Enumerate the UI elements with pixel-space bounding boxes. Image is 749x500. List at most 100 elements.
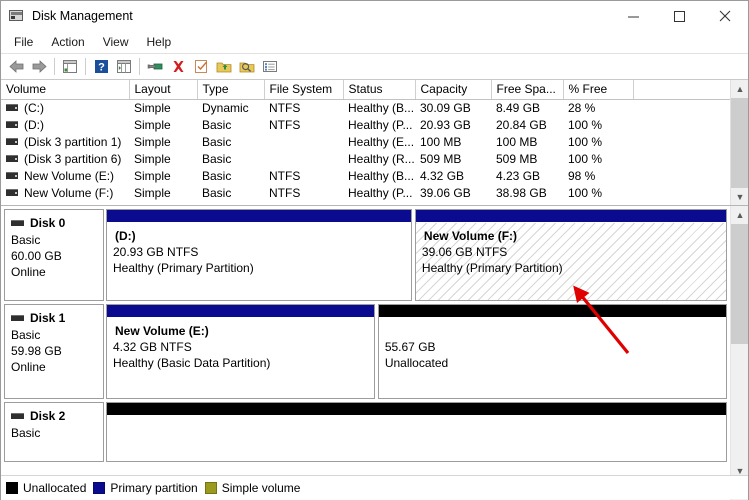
disk-status-disk-1: Online [11, 359, 103, 375]
volume-drive-icon [6, 104, 18, 111]
rescan-disks-icon[interactable] [190, 56, 212, 78]
help-icon[interactable]: ? [90, 56, 112, 78]
partition-color-bar [416, 210, 726, 223]
cell-layout: Simple [129, 150, 197, 167]
forward-icon[interactable] [28, 56, 50, 78]
menu-item-help[interactable]: Help [138, 32, 181, 52]
back-icon[interactable] [5, 56, 27, 78]
cell-volume: (Disk 3 partition 1) [1, 133, 129, 150]
partition-color-bar [107, 210, 411, 223]
find-icon[interactable] [236, 56, 258, 78]
disk-management-window: Disk Management File Action View Help [0, 0, 749, 500]
partition-status: Unallocated [385, 355, 726, 371]
partition-details: New Volume (E:) 4.32 GB NTFS Healthy (Ba… [107, 318, 374, 398]
partition-unallocated[interactable]: 55.67 GB Unallocated [378, 304, 727, 399]
partition-details [107, 416, 726, 461]
close-button[interactable] [702, 1, 748, 31]
scrollbar-thumb[interactable] [731, 98, 748, 188]
cell-status: Healthy (E... [343, 133, 415, 150]
show-hide-action-pane-icon[interactable] [113, 56, 135, 78]
properties-icon[interactable] [144, 56, 166, 78]
column-header-empty[interactable] [633, 80, 732, 99]
cell-volume: (Disk 3 partition 6) [1, 150, 129, 167]
column-header-type[interactable]: Type [197, 80, 264, 99]
cell-volume: (C:) [1, 99, 129, 116]
cell-free-space: 20.84 GB [491, 116, 563, 133]
partition-size: 20.93 GB NTFS [113, 244, 411, 260]
cell-capacity: 4.32 GB [415, 167, 491, 184]
cell-type: Basic [197, 184, 264, 201]
table-row[interactable]: (Disk 3 partition 6) Simple Basic Health… [1, 150, 732, 167]
column-header-capacity[interactable]: Capacity [415, 80, 491, 99]
cell-type: Basic [197, 133, 264, 150]
disk-info-disk-2[interactable]: Disk 2 Basic [4, 402, 104, 462]
disk-row-disk-1[interactable]: Disk 1 Basic 59.98 GB Online New Volume … [4, 304, 727, 399]
table-row[interactable]: (C:) Simple Dynamic NTFS Healthy (B... 3… [1, 99, 732, 116]
disk-title-disk-2: Disk 2 [11, 409, 103, 423]
legend-swatch-primary-partition [93, 482, 105, 494]
show-hide-console-tree-icon[interactable] [59, 56, 81, 78]
cell-layout: Simple [129, 116, 197, 133]
delete-icon[interactable] [167, 56, 189, 78]
graphical-pane-scrollbar[interactable]: ▲ ▼ [730, 206, 748, 500]
column-header-free-space[interactable]: Free Spa... [491, 80, 563, 99]
table-row[interactable]: (Disk 3 partition 1) Simple Basic Health… [1, 133, 732, 150]
scroll-up-icon[interactable]: ▲ [731, 80, 748, 98]
list-view-icon[interactable] [259, 56, 281, 78]
column-header-file-system[interactable]: File System [264, 80, 343, 99]
disk-row-disk-2[interactable]: Disk 2 Basic [4, 402, 727, 462]
disk-management-icon [9, 8, 25, 24]
menu-item-file[interactable]: File [5, 32, 42, 52]
scrollbar-thumb[interactable] [731, 224, 748, 344]
svg-text:?: ? [98, 62, 105, 74]
cell-free-space: 4.23 GB [491, 167, 563, 184]
disk-graphical-pane: Disk 0 Basic 60.00 GB Online (D:) 20.93 … [1, 206, 748, 500]
legend-swatch-simple-volume [205, 482, 217, 494]
volume-list-scrollbar[interactable]: ▲ ▼ [730, 80, 748, 206]
maximize-button[interactable] [656, 1, 702, 31]
menu-bar: File Action View Help [1, 31, 748, 54]
legend-item-simple-volume: Simple volume [205, 481, 301, 495]
legend-label-simple-volume: Simple volume [222, 481, 301, 495]
cell-capacity: 509 MB [415, 150, 491, 167]
column-header-percent-free[interactable]: % Free [563, 80, 633, 99]
partition-e[interactable]: New Volume (E:) 4.32 GB NTFS Healthy (Ba… [106, 304, 375, 399]
toolbar-separator [139, 58, 140, 75]
column-header-layout[interactable]: Layout [129, 80, 197, 99]
partition-status: Healthy (Basic Data Partition) [113, 355, 374, 371]
partition-f[interactable]: New Volume (F:) 39.06 GB NTFS Healthy (P… [415, 209, 727, 301]
volume-table-header-row: Volume Layout Type File System Status Ca… [1, 80, 732, 99]
column-header-status[interactable]: Status [343, 80, 415, 99]
minimize-button[interactable] [610, 1, 656, 31]
disk-info-disk-1[interactable]: Disk 1 Basic 59.98 GB Online [4, 304, 104, 399]
disk-info-disk-0[interactable]: Disk 0 Basic 60.00 GB Online [4, 209, 104, 301]
cell-status: Healthy (B... [343, 99, 415, 116]
open-folder-icon[interactable] [213, 56, 235, 78]
column-header-volume[interactable]: Volume [1, 80, 129, 99]
cell-type: Basic [197, 150, 264, 167]
scroll-up-icon[interactable]: ▲ [731, 206, 748, 224]
cell-percent-free: 28 % [563, 99, 633, 116]
cell-layout: Simple [129, 184, 197, 201]
disk-row-disk-0[interactable]: Disk 0 Basic 60.00 GB Online (D:) 20.93 … [4, 209, 727, 301]
legend-swatch-unallocated [6, 482, 18, 494]
menu-item-action[interactable]: Action [42, 32, 93, 52]
cell-capacity: 30.09 GB [415, 99, 491, 116]
partition-d[interactable]: (D:) 20.93 GB NTFS Healthy (Primary Part… [106, 209, 412, 301]
window-controls [610, 1, 748, 31]
legend-item-primary-partition: Primary partition [93, 481, 197, 495]
table-row[interactable]: New Volume (F:) Simple Basic NTFS Health… [1, 184, 732, 201]
cell-empty [633, 116, 732, 133]
scroll-down-icon[interactable]: ▼ [731, 188, 748, 206]
table-row[interactable]: New Volume (E:) Simple Basic NTFS Health… [1, 167, 732, 184]
partition-label: (D:) [113, 228, 411, 244]
partition-unallocated[interactable] [106, 402, 727, 462]
cell-type: Basic [197, 167, 264, 184]
cell-file-system: NTFS [264, 184, 343, 201]
partition-details: New Volume (F:) 39.06 GB NTFS Healthy (P… [416, 223, 726, 300]
menu-item-view[interactable]: View [94, 32, 138, 52]
cell-free-space: 100 MB [491, 133, 563, 150]
cell-status: Healthy (P... [343, 116, 415, 133]
partition-details: 55.67 GB Unallocated [379, 318, 726, 398]
table-row[interactable]: (D:) Simple Basic NTFS Healthy (P... 20.… [1, 116, 732, 133]
